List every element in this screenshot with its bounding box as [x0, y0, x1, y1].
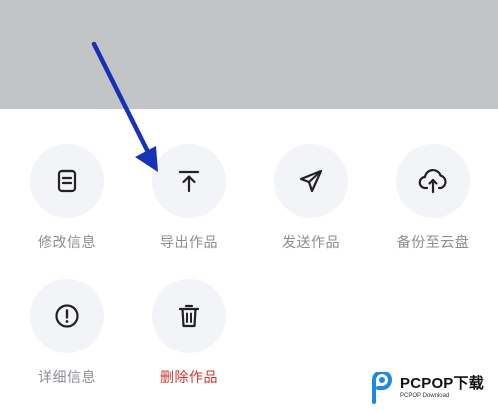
edit-document-icon [57, 169, 77, 193]
export-work-icon-circle[interactable] [152, 144, 226, 218]
backup-cloud-label: 备份至云盘 [396, 235, 470, 251]
watermark-tagline: PCPOP Download [400, 393, 450, 399]
detail-info-action[interactable]: 详细信息 [12, 279, 122, 387]
send-work-icon-circle[interactable] [274, 144, 348, 218]
edit-info-icon-circle[interactable] [30, 144, 104, 218]
export-work-action[interactable]: 导出作品 [134, 144, 244, 252]
dimmed-background-overlay[interactable] [0, 0, 498, 109]
send-work-action[interactable]: 发送作品 [256, 144, 366, 252]
export-upload-icon [178, 170, 200, 193]
cloud-upload-icon [418, 169, 447, 194]
send-work-label: 发送作品 [282, 235, 340, 251]
backup-cloud-action[interactable]: 备份至云盘 [378, 144, 488, 252]
delete-work-action[interactable]: 删除作品 [134, 279, 244, 387]
info-exclamation-icon [55, 304, 79, 328]
export-work-label: 导出作品 [160, 235, 218, 251]
detail-info-label: 详细信息 [38, 370, 96, 386]
detail-info-icon-circle[interactable] [30, 279, 104, 353]
pcpop-logo-icon [372, 372, 393, 404]
backup-cloud-icon-circle[interactable] [396, 144, 470, 218]
send-paper-plane-icon [299, 169, 323, 193]
delete-work-label: 删除作品 [160, 370, 218, 386]
delete-work-icon-circle[interactable] [152, 279, 226, 353]
trash-icon [178, 304, 200, 328]
edit-info-label: 修改信息 [38, 235, 96, 251]
edit-info-action[interactable]: 修改信息 [12, 144, 122, 252]
watermark-logo-text: PCPOP下载 [400, 375, 484, 392]
pcpop-watermark: PCPOP下载 PCPOP Download [368, 370, 496, 406]
